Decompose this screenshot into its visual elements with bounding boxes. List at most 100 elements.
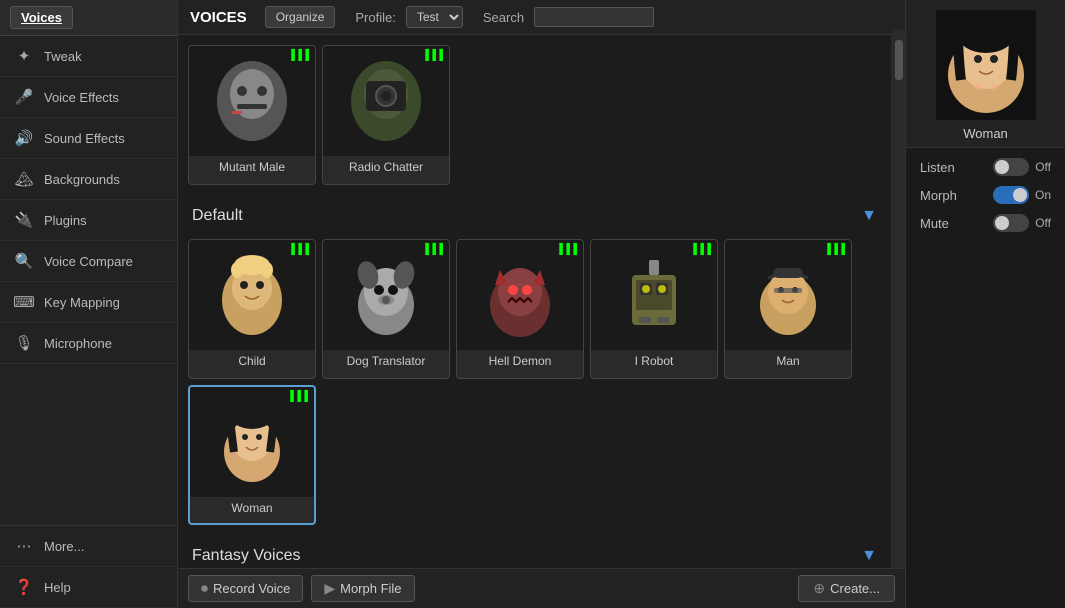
right-panel-scrollbar[interactable] (893, 30, 905, 330)
sidebar-item-more[interactable]: ⋯ More... (0, 526, 177, 567)
sidebar-label-plugins: Plugins (44, 213, 87, 228)
sidebar-top: Voices (0, 0, 177, 36)
default-section-header: Default ▼ (188, 201, 881, 231)
mute-toggle[interactable] (993, 214, 1029, 232)
sidebar-bottom: ⋯ More... ❓ Help (0, 525, 177, 608)
create-button[interactable]: ⊕ Create... (798, 575, 895, 602)
voice-card-dog-translator[interactable]: ▐▐▐ Dog Translator (322, 239, 450, 379)
key-mapping-icon: ⌨ (14, 292, 34, 312)
sidebar-item-voice-effects[interactable]: 🎤 Voice Effects (0, 77, 177, 118)
voice-label-man: Man (774, 350, 801, 372)
voice-label-child: Child (236, 350, 267, 372)
sidebar-item-sound-effects[interactable]: 🔊 Sound Effects (0, 118, 177, 159)
profile-label: Profile: (355, 10, 395, 25)
mute-knob (995, 216, 1009, 230)
voice-card-radio-chatter[interactable]: ▐▐▐ Radio Chatter (322, 45, 450, 185)
voice-card-man[interactable]: ▐▐▐ Man (724, 239, 852, 379)
create-label: Create... (830, 581, 880, 596)
bottom-bar: ⏺ Record Voice ▶ Morph File ⊕ Create... (178, 568, 905, 608)
sidebar-label-more: More... (44, 539, 84, 554)
morph-control: Morph On (920, 186, 1051, 204)
voice-card-woman[interactable]: ▐▐▐ Woman (188, 385, 316, 525)
voice-img-child: ▐▐▐ (189, 240, 315, 350)
voice-label-radio-chatter: Radio Chatter (347, 156, 425, 178)
vi-woman: ▐▐▐ (287, 391, 308, 402)
sidebar-item-plugins[interactable]: 🔌 Plugins (0, 200, 177, 241)
voice-compare-icon: 🔍 (14, 251, 34, 271)
voice-img-demon: ▐▐▐ (457, 240, 583, 350)
voice-indicator-2: ▐▐▐ (422, 50, 443, 61)
morph-state: On (1035, 188, 1051, 202)
record-voice-button[interactable]: ⏺ Record Voice (188, 575, 303, 602)
sidebar-label-microphone: Microphone (44, 336, 112, 351)
voice-card-hell-demon[interactable]: ▐▐▐ Hell Demon (456, 239, 584, 379)
top-voices-grid: ▐▐▐ Mutant Male ▐▐▐ (188, 45, 881, 185)
fantasy-section-title: Fantasy Voices (192, 547, 301, 565)
listen-state: Off (1035, 160, 1051, 174)
default-collapse-arrow[interactable]: ▼ (861, 207, 877, 225)
morph-knob (1013, 188, 1027, 202)
preview-name: Woman (963, 126, 1008, 141)
sidebar-label-help: Help (44, 580, 71, 595)
sidebar-label-tweak: Tweak (44, 49, 82, 64)
voice-img-dog: ▐▐▐ (323, 240, 449, 350)
sidebar-item-help[interactable]: ❓ Help (0, 567, 177, 608)
search-label: Search (483, 10, 524, 25)
main-panel: VOICES Organize Profile: Test Search ▐▐▐ (178, 0, 905, 608)
default-section-title: Default (192, 207, 243, 225)
fantasy-collapse-arrow[interactable]: ▼ (861, 547, 877, 565)
voice-label-demon: Hell Demon (487, 350, 554, 372)
sidebar-item-tweak[interactable]: ✦ Tweak (0, 36, 177, 77)
voice-label-dog: Dog Translator (345, 350, 428, 372)
plugins-icon: 🔌 (14, 210, 34, 230)
voices-button[interactable]: Voices (10, 6, 73, 29)
voice-effects-icon: 🎤 (14, 87, 34, 107)
vi-robot: ▐▐▐ (690, 244, 711, 255)
vi-demon: ▐▐▐ (556, 244, 577, 255)
voice-label-mutant-male: Mutant Male (217, 156, 287, 178)
voice-img-robot: ▐▐▐ (591, 240, 717, 350)
listen-toggle[interactable] (993, 158, 1029, 176)
vi-man: ▐▐▐ (824, 244, 845, 255)
voice-card-mutant-male[interactable]: ▐▐▐ Mutant Male (188, 45, 316, 185)
voice-card-i-robot[interactable]: ▐▐▐ I Robot (590, 239, 718, 379)
create-icon: ⊕ (813, 580, 825, 597)
voice-indicator: ▐▐▐ (288, 50, 309, 61)
voices-scroll[interactable]: ▐▐▐ Mutant Male ▐▐▐ (178, 35, 891, 568)
voice-img-woman: ▐▐▐ (190, 387, 314, 497)
voice-img-man: ▐▐▐ (725, 240, 851, 350)
sidebar-item-microphone[interactable]: 🎙 Microphone (0, 323, 177, 364)
sidebar-label-sound-effects: Sound Effects (44, 131, 125, 146)
vi-dog: ▐▐▐ (422, 244, 443, 255)
wrench-icon: ✦ (14, 46, 34, 66)
morph-toggle[interactable] (993, 186, 1029, 204)
morph-toggle-group: On (993, 186, 1051, 204)
sidebar-item-backgrounds[interactable]: 🏔 Backgrounds (0, 159, 177, 200)
listen-knob (995, 160, 1009, 174)
voice-card-child[interactable]: ▐▐▐ Child (188, 239, 316, 379)
fantasy-section-header: Fantasy Voices ▼ (188, 541, 881, 568)
voice-label-robot: I Robot (633, 350, 676, 372)
header: VOICES Organize Profile: Test Search (178, 0, 905, 35)
preview-image (936, 10, 1036, 120)
backgrounds-icon: 🏔 (14, 169, 34, 189)
organize-button[interactable]: Organize (265, 6, 336, 28)
record-icon: ⏺ (201, 580, 208, 597)
help-icon: ❓ (14, 577, 34, 597)
morph-file-button[interactable]: ▶ Morph File (311, 575, 414, 602)
listen-toggle-group: Off (993, 158, 1051, 176)
right-scrollbar-thumb (895, 40, 903, 80)
morph-file-label: Morph File (340, 581, 401, 596)
page-title: VOICES (190, 9, 247, 26)
voices-area: ▐▐▐ Mutant Male ▐▐▐ (178, 35, 905, 568)
mute-toggle-group: Off (993, 214, 1051, 232)
sidebar-item-key-mapping[interactable]: ⌨ Key Mapping (0, 282, 177, 323)
sidebar-label-voice-effects: Voice Effects (44, 90, 119, 105)
mute-label: Mute (920, 216, 949, 231)
profile-select[interactable]: Test (406, 6, 463, 28)
controls-area: Listen Off Morph On Mute (906, 148, 1065, 252)
sidebar-item-voice-compare[interactable]: 🔍 Voice Compare (0, 241, 177, 282)
listen-control: Listen Off (920, 158, 1051, 176)
more-icon: ⋯ (14, 536, 34, 556)
search-input[interactable] (534, 7, 654, 27)
